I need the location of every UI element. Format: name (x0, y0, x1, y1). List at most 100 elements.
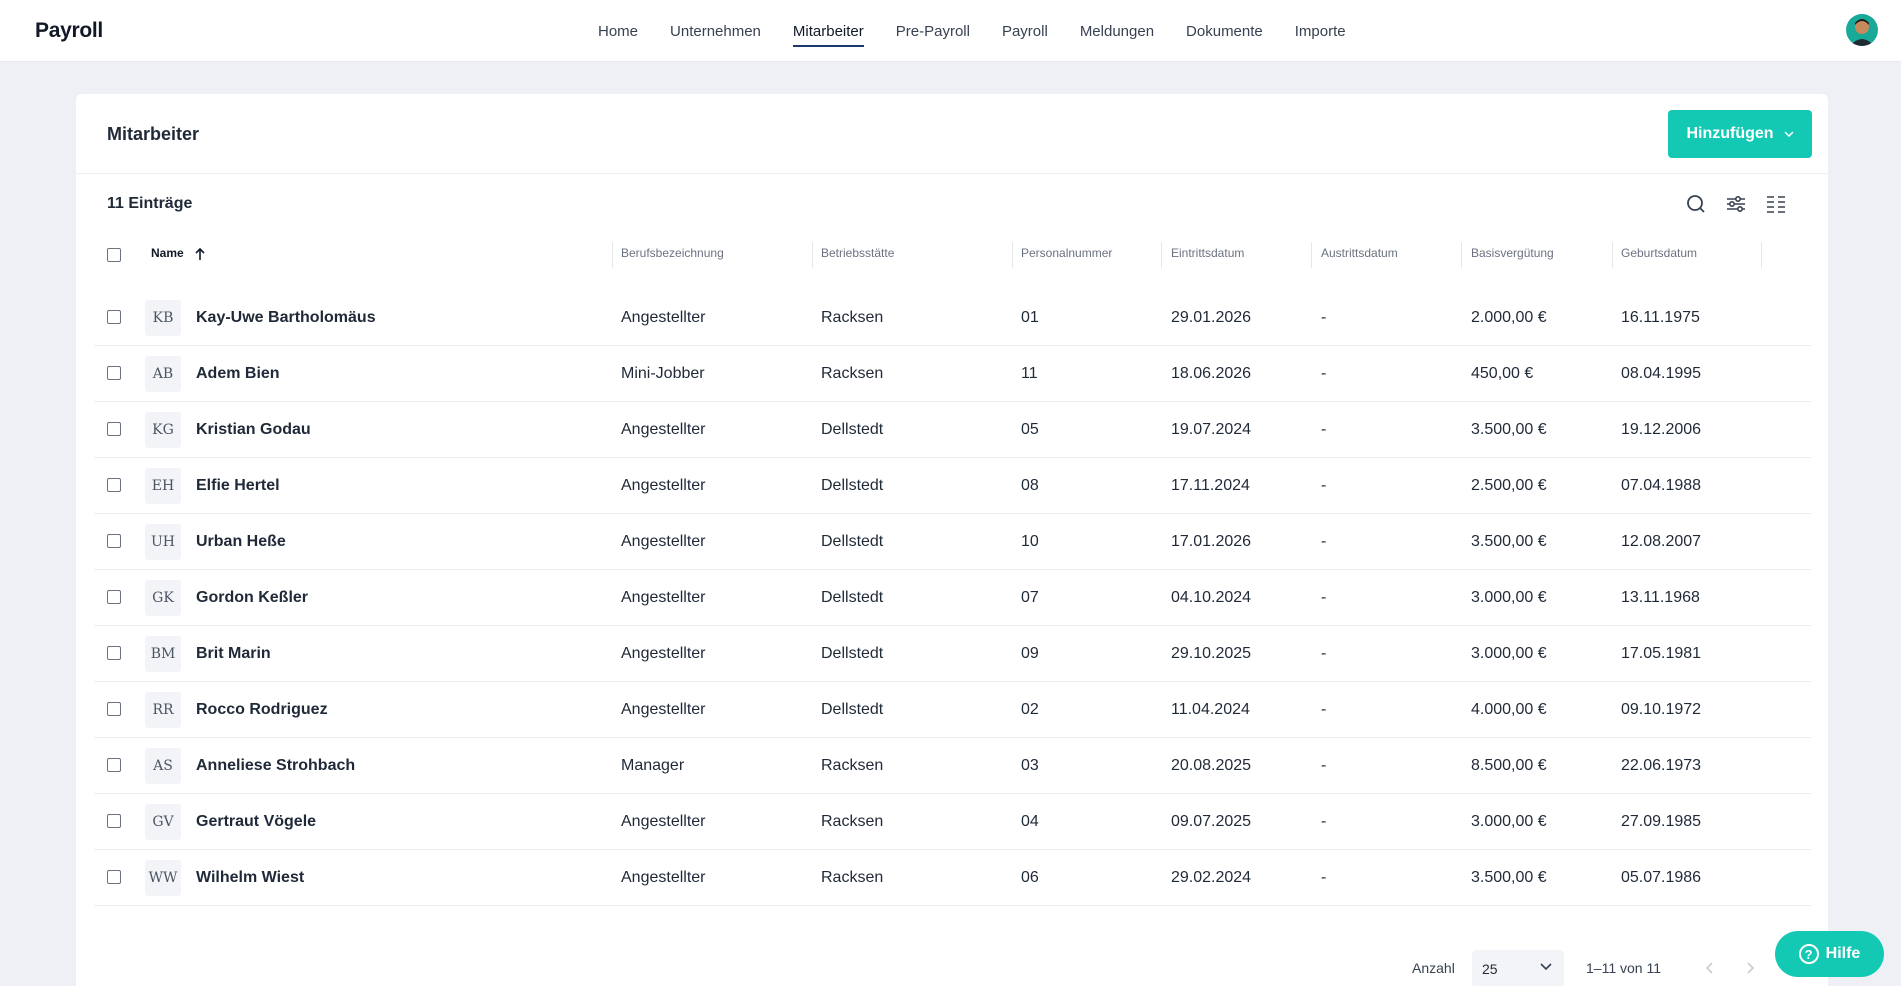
search-icon[interactable] (1684, 192, 1708, 216)
employee-initials-avatar: GK (145, 580, 181, 616)
cell-employee-name[interactable]: Brit Marin (196, 645, 271, 663)
page-size-label: Anzahl (1412, 960, 1455, 976)
filter-icon[interactable] (1724, 192, 1748, 216)
column-header-base-salary[interactable]: Basisvergütung (1471, 246, 1554, 260)
cell-base-salary: 3.500,00 € (1471, 533, 1547, 550)
nav-item-home[interactable]: Home (582, 0, 654, 62)
cell-job-title: Angestellter (621, 421, 706, 438)
employee-initials-avatar: AB (145, 356, 181, 392)
cell-job-title: Manager (621, 757, 685, 774)
nav-item-payroll[interactable]: Payroll (986, 0, 1064, 62)
cell-birth-date: 12.08.2007 (1621, 533, 1702, 550)
add-button[interactable]: Hinzufügen (1668, 110, 1812, 158)
table-row[interactable]: AS Anneliese Strohbach Manager Racksen 03 20.… (94, 738, 1812, 794)
nav-item-pre-payroll[interactable]: Pre-Payroll (880, 0, 986, 62)
column-header-name[interactable]: Name (151, 246, 184, 260)
row-checkbox[interactable] (107, 534, 121, 548)
column-divider[interactable] (1461, 242, 1462, 268)
row-checkbox[interactable] (107, 870, 121, 884)
row-checkbox[interactable] (107, 478, 121, 492)
table-row[interactable]: RR Rocco Rodriguez Angestellter Dellstedt 02… (94, 682, 1812, 738)
column-header-birth-date[interactable]: Geburtsdatum (1621, 246, 1697, 260)
table-row[interactable]: UH Urban Heße Angestellter Dellstedt 10 17.01… (94, 514, 1812, 570)
row-checkbox[interactable] (107, 310, 121, 324)
table-row[interactable]: KB Kay-Uwe Bartholomäus Angestellter Rackse… (94, 290, 1812, 346)
cell-employee-name[interactable]: Anneliese Strohbach (196, 757, 355, 775)
cell-site: Dellstedt (821, 421, 884, 438)
table-row[interactable]: KG Kristian Godau Angestellter Dellstedt 05 1… (94, 402, 1812, 458)
cell-site: Racksen (821, 813, 884, 830)
cell-employee-name[interactable]: Kristian Godau (196, 421, 311, 439)
chevron-down-icon (1784, 131, 1794, 137)
cell-employee-name[interactable]: Adem Bien (196, 365, 280, 383)
row-checkbox[interactable] (107, 590, 121, 604)
table-row[interactable]: WW Wilhelm Wiest Angestellter Racksen 06 29.0… (94, 850, 1812, 906)
table-row[interactable]: AB Adem Bien Mini-Jobber Racksen 11 18.06.202… (94, 346, 1812, 402)
table-row[interactable]: EH Elfie Hertel Angestellter Dellstedt 08 17.… (94, 458, 1812, 514)
user-avatar-image (1846, 14, 1878, 46)
column-divider[interactable] (1761, 242, 1762, 268)
table-row[interactable]: GK Gordon Keßler Angestellter Dellstedt 07 04… (94, 570, 1812, 626)
column-header-site[interactable]: Betriebsstätte (821, 246, 894, 260)
help-button[interactable]: ? Hilfe (1775, 931, 1884, 977)
cell-employee-name[interactable]: Gordon Keßler (196, 589, 308, 607)
row-checkbox[interactable] (107, 366, 121, 380)
nav-item-importe[interactable]: Importe (1279, 0, 1362, 62)
cell-base-salary: 2.500,00 € (1471, 477, 1547, 494)
chevron-left-icon[interactable] (1702, 960, 1718, 976)
cell-employee-name[interactable]: Kay-Uwe Bartholomäus (196, 309, 376, 327)
table-header: Name Berufsbezeichnung Betriebsstätte Pe… (76, 242, 1828, 268)
nav-item-meldungen[interactable]: Meldungen (1064, 0, 1170, 62)
select-all-checkbox[interactable] (107, 248, 121, 262)
row-checkbox[interactable] (107, 646, 121, 660)
nav-item-dokumente[interactable]: Dokumente (1170, 0, 1279, 62)
cell-job-title: Angestellter (621, 701, 706, 718)
sort-ascending-icon[interactable] (194, 247, 206, 261)
cell-birth-date: 16.11.1975 (1621, 309, 1700, 326)
row-checkbox[interactable] (107, 758, 121, 772)
column-divider[interactable] (612, 242, 613, 268)
column-divider[interactable] (1161, 242, 1162, 268)
row-checkbox[interactable] (107, 422, 121, 436)
cell-exit-date: - (1321, 869, 1327, 886)
column-divider[interactable] (1612, 242, 1613, 268)
cell-exit-date: - (1321, 757, 1327, 774)
chevron-right-icon[interactable] (1742, 960, 1758, 976)
cell-base-salary: 2.000,00 € (1471, 309, 1547, 326)
column-divider[interactable] (812, 242, 813, 268)
cell-exit-date: - (1321, 701, 1327, 718)
cell-personnel-number: 10 (1021, 533, 1039, 550)
cell-employee-name[interactable]: Rocco Rodriguez (196, 701, 328, 719)
app-brand[interactable]: Payroll (35, 19, 103, 43)
column-header-exit-date[interactable]: Austrittsdatum (1321, 246, 1398, 260)
page-size-select[interactable]: 25 (1472, 950, 1564, 986)
columns-icon[interactable] (1764, 192, 1788, 216)
cell-entry-date: 29.02.2024 (1171, 869, 1252, 886)
cell-employee-name[interactable]: Gertraut Vögele (196, 813, 316, 831)
nav-item-unternehmen[interactable]: Unternehmen (654, 0, 777, 62)
cell-base-salary: 4.000,00 € (1471, 701, 1547, 718)
cell-entry-date: 04.10.2024 (1171, 589, 1252, 606)
employee-initials-avatar: EH (145, 468, 181, 504)
column-divider[interactable] (1311, 242, 1312, 268)
cell-base-salary: 3.000,00 € (1471, 589, 1547, 606)
cell-employee-name[interactable]: Urban Heße (196, 533, 286, 551)
row-checkbox[interactable] (107, 814, 121, 828)
column-header-entry-date[interactable]: Eintrittsdatum (1171, 246, 1244, 260)
cell-employee-name[interactable]: Wilhelm Wiest (196, 869, 304, 887)
cell-employee-name[interactable]: Elfie Hertel (196, 477, 280, 495)
table-row[interactable]: GV Gertraut Vögele Angestellter Racksen 04 09… (94, 794, 1812, 850)
user-avatar[interactable] (1846, 14, 1878, 46)
column-header-personnel-number[interactable]: Personalnummer (1021, 246, 1112, 260)
main-nav: Home Unternehmen Mitarbeiter Pre-Payroll… (582, 0, 1362, 62)
cell-personnel-number: 01 (1021, 309, 1039, 326)
employee-initials-avatar: BM (145, 636, 181, 672)
nav-item-mitarbeiter[interactable]: Mitarbeiter (777, 0, 880, 62)
table-row[interactable]: BM Brit Marin Angestellter Dellstedt 09 29.10… (94, 626, 1812, 682)
row-checkbox[interactable] (107, 702, 121, 716)
employee-initials-avatar: KB (145, 300, 181, 336)
chevron-down-icon (1540, 963, 1552, 971)
column-divider[interactable] (1012, 242, 1013, 268)
column-header-job-title[interactable]: Berufsbezeichnung (621, 246, 724, 260)
cell-job-title: Angestellter (621, 533, 706, 550)
